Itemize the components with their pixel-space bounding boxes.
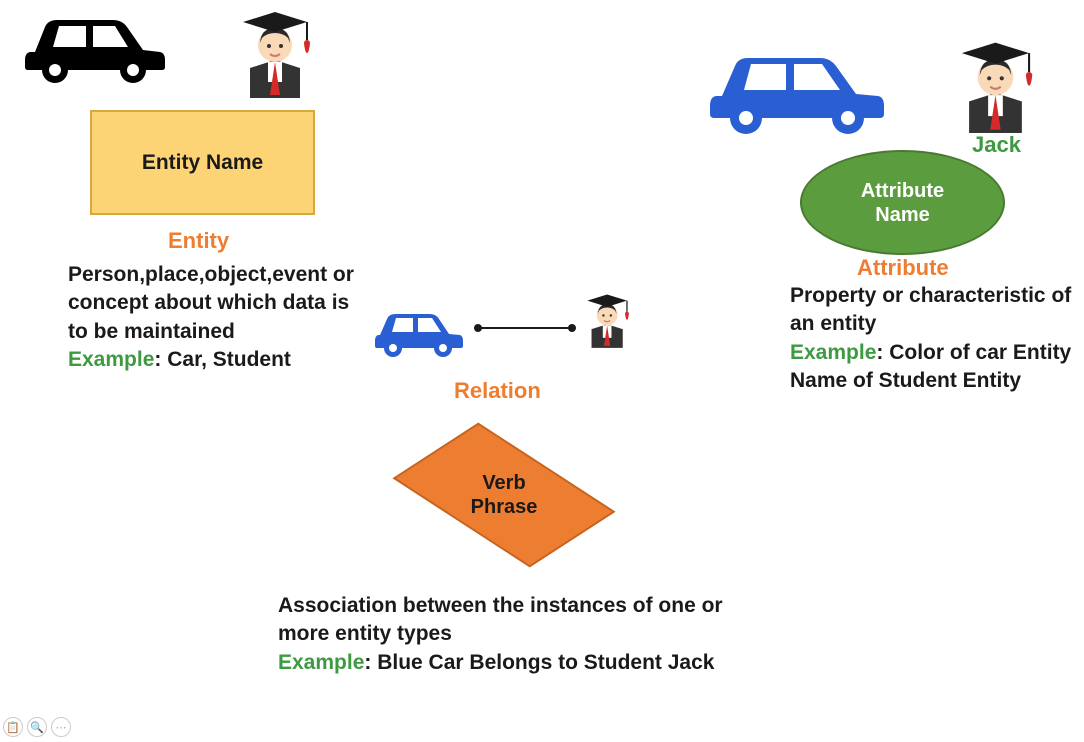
relation-example-label: Example — [278, 651, 364, 674]
relation-diamond-l2: Phrase — [471, 496, 538, 518]
relation-desc-text: Association between the instances of one… — [278, 594, 723, 645]
attribute-description: Property or characteristic of an entity … — [790, 282, 1075, 395]
more-icon[interactable]: ⋯ — [51, 717, 71, 737]
relation-description: Association between the instances of one… — [278, 592, 748, 677]
relation-illustration — [370, 283, 640, 368]
attribute-oval-l2: Name — [875, 204, 929, 226]
car-blue-icon — [700, 34, 900, 139]
bottom-toolbar: 📋 🔍 ⋯ — [3, 717, 71, 737]
entity-title: Entity — [168, 228, 229, 254]
attribute-oval-l1: Attribute — [861, 180, 944, 202]
clipboard-icon[interactable]: 📋 — [3, 717, 23, 737]
relation-example-text: : Blue Car Belongs to Student Jack — [364, 651, 714, 674]
student-icon-right — [946, 30, 1046, 140]
entity-box-label: Entity Name — [142, 151, 263, 175]
relation-title: Relation — [454, 378, 541, 404]
attribute-title: Attribute — [857, 255, 949, 281]
attribute-oval: Attribute Name — [800, 150, 1005, 255]
attribute-desc-text: Property or characteristic of an entity — [790, 284, 1071, 335]
entity-box: Entity Name — [90, 110, 315, 215]
relation-diamond: Verb Phrase — [394, 420, 614, 570]
entity-example-label: Example — [68, 348, 154, 371]
student-icon — [228, 0, 323, 105]
entity-example-text: : Car, Student — [154, 348, 291, 371]
magnify-icon[interactable]: 🔍 — [27, 717, 47, 737]
attribute-example-label: Example — [790, 341, 876, 364]
car-black-icon — [15, 2, 175, 92]
relation-diamond-l1: Verb — [482, 472, 525, 494]
attribute-student-name: Jack — [972, 132, 1021, 158]
entity-description: Person,place,object,event or concept abo… — [68, 261, 358, 374]
entity-desc-text: Person,place,object,event or concept abo… — [68, 263, 354, 343]
